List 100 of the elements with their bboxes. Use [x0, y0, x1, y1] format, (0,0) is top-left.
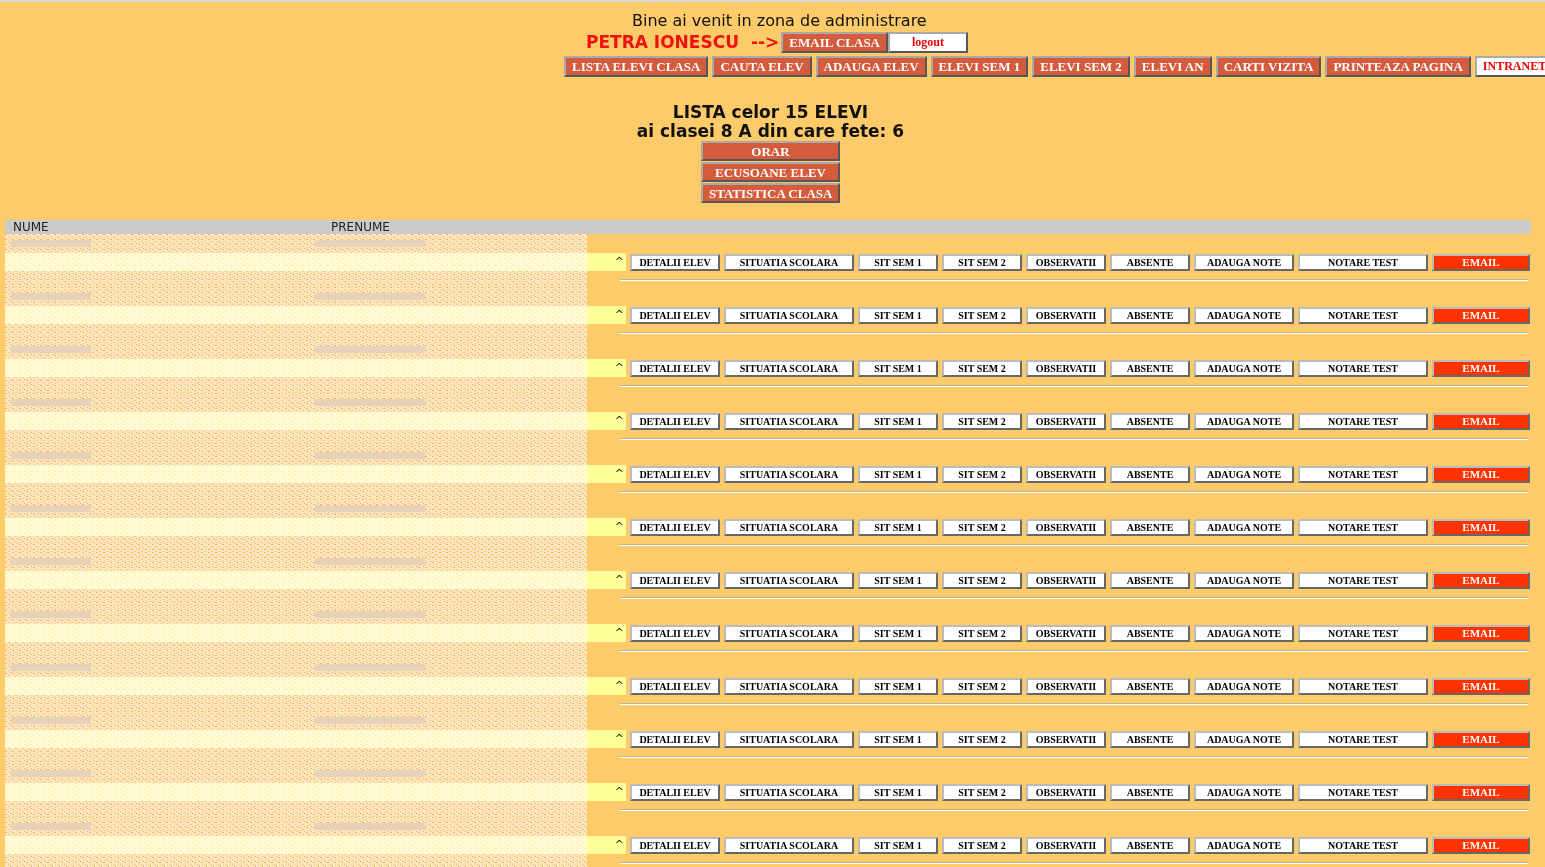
action-button[interactable]: EMAIL	[1432, 465, 1530, 483]
action-button[interactable]: EMAIL	[1432, 624, 1530, 642]
action-button[interactable]: ABSENTE	[1110, 836, 1190, 854]
action-button[interactable]: ADAUGA NOTE	[1194, 624, 1294, 642]
action-button[interactable]: SIT SEM 2	[942, 359, 1022, 377]
action-button[interactable]: OBSERVATII	[1026, 253, 1106, 271]
action-button[interactable]: NOTARE TEST	[1298, 783, 1428, 801]
action-button[interactable]: ABSENTE	[1110, 571, 1190, 589]
action-button[interactable]: ADAUGA NOTE	[1194, 253, 1294, 271]
action-button[interactable]: SITUATIA SCOLARA	[724, 677, 854, 695]
nav-button[interactable]: ADAUGA ELEV	[815, 56, 927, 77]
action-button[interactable]: DETALII ELEV	[630, 253, 720, 271]
action-button[interactable]: SIT SEM 1	[858, 518, 938, 536]
action-button[interactable]: SIT SEM 2	[942, 465, 1022, 483]
action-button[interactable]: SIT SEM 2	[942, 306, 1022, 324]
action-button[interactable]: SIT SEM 1	[858, 677, 938, 695]
action-button[interactable]: EMAIL	[1432, 836, 1530, 854]
action-button[interactable]: ABSENTE	[1110, 624, 1190, 642]
action-button[interactable]: NOTARE TEST	[1298, 465, 1428, 483]
action-button[interactable]: SIT SEM 1	[858, 465, 938, 483]
nav-button[interactable]: ELEVI SEM 1	[930, 56, 1029, 77]
action-button[interactable]: NOTARE TEST	[1298, 730, 1428, 748]
action-button[interactable]: ABSENTE	[1110, 730, 1190, 748]
action-button[interactable]: NOTARE TEST	[1298, 359, 1428, 377]
action-button[interactable]: SIT SEM 2	[942, 624, 1022, 642]
action-button[interactable]: SIT SEM 1	[858, 359, 938, 377]
nav-button[interactable]: CARTI VIZITA	[1215, 56, 1322, 77]
action-button[interactable]: NOTARE TEST	[1298, 571, 1428, 589]
action-button[interactable]: EMAIL	[1432, 359, 1530, 377]
action-button[interactable]: ABSENTE	[1110, 465, 1190, 483]
action-button[interactable]: SIT SEM 1	[858, 624, 938, 642]
action-button[interactable]: SIT SEM 1	[858, 253, 938, 271]
action-button[interactable]: DETALII ELEV	[630, 412, 720, 430]
action-button[interactable]: SIT SEM 2	[942, 253, 1022, 271]
action-button[interactable]: ADAUGA NOTE	[1194, 518, 1294, 536]
action-button[interactable]: ADAUGA NOTE	[1194, 571, 1294, 589]
action-button[interactable]: DETALII ELEV	[630, 730, 720, 748]
action-button[interactable]: DETALII ELEV	[630, 306, 720, 324]
action-button[interactable]: NOTARE TEST	[1298, 518, 1428, 536]
nav-button[interactable]: ELEVI AN	[1133, 56, 1212, 77]
action-button[interactable]: OBSERVATII	[1026, 518, 1106, 536]
action-button[interactable]: SIT SEM 1	[858, 412, 938, 430]
action-button[interactable]: NOTARE TEST	[1298, 253, 1428, 271]
action-button[interactable]: SIT SEM 1	[858, 783, 938, 801]
action-button[interactable]: SIT SEM 1	[858, 571, 938, 589]
action-button[interactable]: ABSENTE	[1110, 306, 1190, 324]
action-button[interactable]: ABSENTE	[1110, 359, 1190, 377]
action-button[interactable]: ABSENTE	[1110, 677, 1190, 695]
logout-button[interactable]: logout	[888, 31, 968, 53]
action-button[interactable]: NOTARE TEST	[1298, 624, 1428, 642]
action-button[interactable]: OBSERVATII	[1026, 306, 1106, 324]
action-button[interactable]: NOTARE TEST	[1298, 836, 1428, 854]
action-button[interactable]: SITUATIA SCOLARA	[724, 306, 854, 324]
action-button[interactable]: ABSENTE	[1110, 783, 1190, 801]
action-button[interactable]: ADAUGA NOTE	[1194, 677, 1294, 695]
action-button[interactable]: DETALII ELEV	[630, 571, 720, 589]
action-button[interactable]: SITUATIA SCOLARA	[724, 518, 854, 536]
action-button[interactable]: SITUATIA SCOLARA	[724, 571, 854, 589]
action-button[interactable]: DETALII ELEV	[630, 677, 720, 695]
action-button[interactable]: SITUATIA SCOLARA	[724, 783, 854, 801]
action-button[interactable]: SITUATIA SCOLARA	[724, 836, 854, 854]
action-button[interactable]: SITUATIA SCOLARA	[724, 359, 854, 377]
action-button[interactable]: DETALII ELEV	[630, 465, 720, 483]
action-button[interactable]: ABSENTE	[1110, 253, 1190, 271]
action-button[interactable]: SIT SEM 2	[942, 836, 1022, 854]
action-button[interactable]: OBSERVATII	[1026, 624, 1106, 642]
action-button[interactable]: ADAUGA NOTE	[1194, 783, 1294, 801]
action-button[interactable]: EMAIL	[1432, 518, 1530, 536]
action-button[interactable]: EMAIL	[1432, 730, 1530, 748]
action-button[interactable]: OBSERVATII	[1026, 412, 1106, 430]
action-button[interactable]: ABSENTE	[1110, 412, 1190, 430]
action-button[interactable]: SITUATIA SCOLARA	[724, 412, 854, 430]
action-button[interactable]: OBSERVATII	[1026, 465, 1106, 483]
action-button[interactable]: EMAIL	[1432, 783, 1530, 801]
nav-button[interactable]: ELEVI SEM 2	[1032, 56, 1130, 77]
class-button[interactable]: STATISTICA CLASA	[701, 183, 840, 203]
action-button[interactable]: DETALII ELEV	[630, 359, 720, 377]
email-class-button[interactable]: EMAIL CLASA	[781, 31, 888, 53]
action-button[interactable]: SITUATIA SCOLARA	[724, 465, 854, 483]
action-button[interactable]: DETALII ELEV	[630, 783, 720, 801]
action-button[interactable]: ADAUGA NOTE	[1194, 359, 1294, 377]
action-button[interactable]: SITUATIA SCOLARA	[724, 730, 854, 748]
action-button[interactable]: OBSERVATII	[1026, 359, 1106, 377]
action-button[interactable]: EMAIL	[1432, 306, 1530, 324]
action-button[interactable]: OBSERVATII	[1026, 836, 1106, 854]
action-button[interactable]: ADAUGA NOTE	[1194, 465, 1294, 483]
action-button[interactable]: SIT SEM 1	[858, 306, 938, 324]
action-button[interactable]: DETALII ELEV	[630, 518, 720, 536]
action-button[interactable]: SIT SEM 1	[858, 730, 938, 748]
action-button[interactable]: NOTARE TEST	[1298, 677, 1428, 695]
action-button[interactable]: ADAUGA NOTE	[1194, 836, 1294, 854]
action-button[interactable]: SIT SEM 2	[942, 730, 1022, 748]
action-button[interactable]: ADAUGA NOTE	[1194, 730, 1294, 748]
action-button[interactable]: SIT SEM 2	[942, 677, 1022, 695]
nav-button[interactable]: LISTA ELEVI CLASA	[564, 56, 709, 77]
action-button[interactable]: ADAUGA NOTE	[1194, 412, 1294, 430]
action-button[interactable]: DETALII ELEV	[630, 624, 720, 642]
action-button[interactable]: ADAUGA NOTE	[1194, 306, 1294, 324]
action-button[interactable]: OBSERVATII	[1026, 677, 1106, 695]
action-button[interactable]: SIT SEM 2	[942, 412, 1022, 430]
